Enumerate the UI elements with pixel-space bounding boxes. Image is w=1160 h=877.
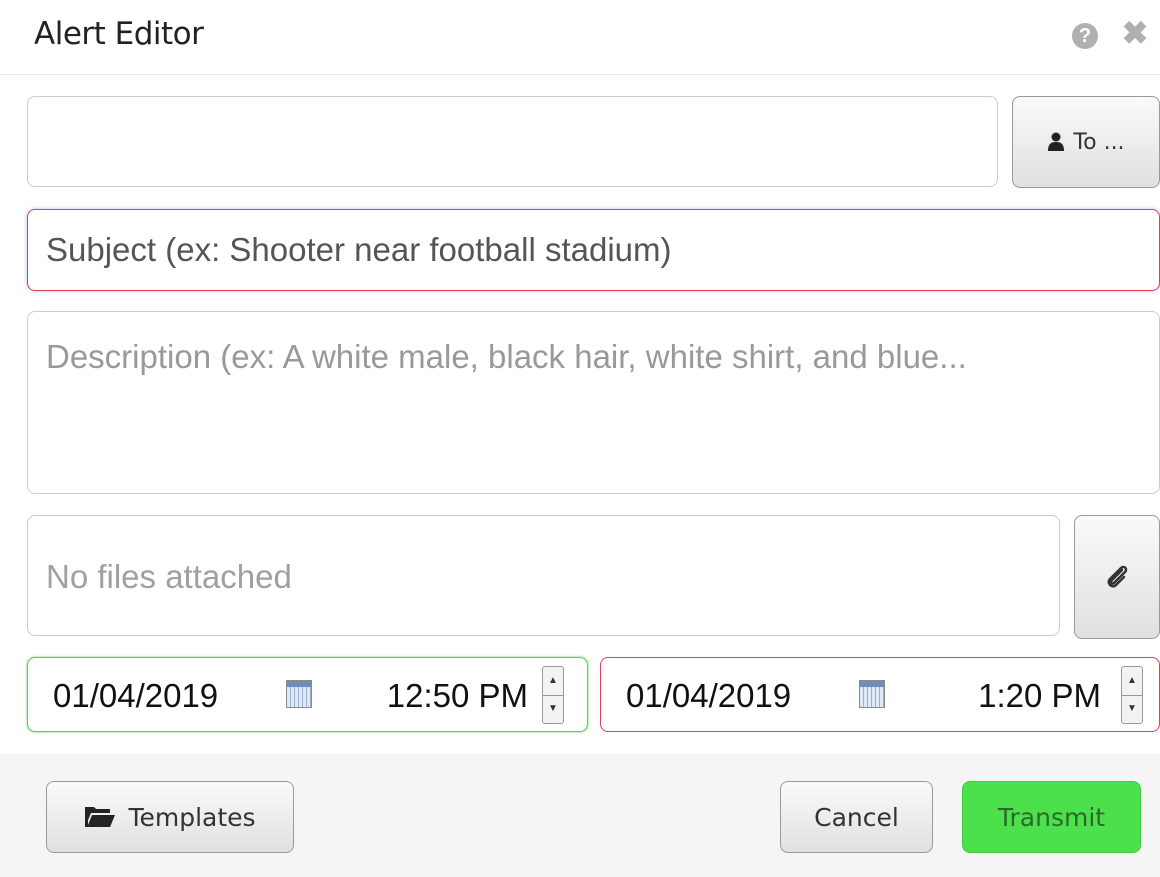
- subject-input[interactable]: [27, 209, 1160, 291]
- dialog-header: Alert Editor ? ✖: [0, 0, 1160, 75]
- end-date[interactable]: 01/04/2019: [626, 677, 791, 715]
- help-icon[interactable]: ?: [1070, 18, 1100, 49]
- cancel-button[interactable]: Cancel: [780, 781, 933, 853]
- close-icon[interactable]: ✖: [1120, 17, 1150, 49]
- templates-button-label: Templates: [128, 802, 256, 832]
- spinner-down-icon[interactable]: ▼: [1122, 695, 1142, 723]
- spinner-up-icon[interactable]: ▲: [1122, 667, 1142, 696]
- spinner-down-icon[interactable]: ▼: [543, 695, 563, 723]
- to-button[interactable]: To ...: [1012, 96, 1160, 188]
- attachments-field: No files attached: [27, 515, 1060, 636]
- start-time[interactable]: 12:50 PM: [338, 677, 528, 715]
- end-time[interactable]: 1:20 PM: [911, 677, 1101, 715]
- templates-button[interactable]: Templates: [46, 781, 294, 853]
- person-icon: [1048, 132, 1065, 151]
- transmit-button[interactable]: Transmit: [962, 781, 1141, 853]
- paperclip-icon: [1107, 565, 1128, 588]
- calendar-icon[interactable]: [286, 680, 312, 708]
- end-datetime-picker[interactable]: 01/04/2019 1:20 PM ▲ ▼: [600, 657, 1160, 732]
- dialog-footer: Templates Cancel Transmit: [0, 754, 1160, 877]
- end-time-spinner[interactable]: ▲ ▼: [1121, 666, 1143, 724]
- start-date[interactable]: 01/04/2019: [53, 677, 218, 715]
- recipients-field[interactable]: [27, 96, 998, 187]
- attach-file-button[interactable]: [1074, 515, 1160, 639]
- to-button-label: To ...: [1073, 129, 1125, 155]
- folder-open-icon: [85, 807, 116, 827]
- start-time-spinner[interactable]: ▲ ▼: [542, 666, 564, 724]
- dialog-title: Alert Editor: [34, 16, 204, 52]
- description-input[interactable]: [27, 311, 1160, 494]
- spinner-up-icon[interactable]: ▲: [543, 667, 563, 696]
- start-datetime-picker[interactable]: 01/04/2019 12:50 PM ▲ ▼: [27, 657, 588, 732]
- calendar-icon[interactable]: [859, 680, 885, 708]
- attachments-status: No files attached: [46, 558, 292, 595]
